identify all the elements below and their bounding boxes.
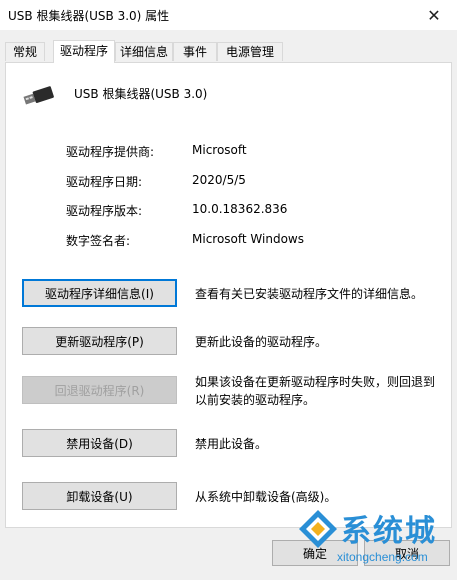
usb-plug-icon bbox=[23, 85, 55, 110]
date-value: 2020/5/5 bbox=[192, 173, 246, 187]
update-driver-button[interactable]: 更新驱动程序(P) bbox=[22, 327, 177, 355]
signer-label: 数字签名者: bbox=[66, 234, 131, 248]
ok-button[interactable]: 确定 bbox=[272, 540, 358, 566]
uninstall-device-desc: 从系统中卸载设备(高级)。 bbox=[195, 490, 337, 504]
version-label: 驱动程序版本: bbox=[66, 204, 143, 218]
tab-events[interactable]: 事件 bbox=[173, 42, 217, 61]
driver-panel: USB 根集线器(USB 3.0) 驱动程序提供商: Microsoft 驱动程… bbox=[5, 62, 452, 528]
roll-back-driver-button[interactable]: 回退驱动程序(R) bbox=[22, 376, 177, 404]
date-label: 驱动程序日期: bbox=[66, 175, 143, 189]
disable-device-button[interactable]: 禁用设备(D) bbox=[22, 429, 177, 457]
version-value: 10.0.18362.836 bbox=[192, 202, 288, 216]
uninstall-device-button[interactable]: 卸载设备(U) bbox=[22, 482, 177, 510]
driver-details-button[interactable]: 驱动程序详细信息(I) bbox=[22, 279, 177, 307]
close-icon: ✕ bbox=[427, 5, 441, 25]
provider-value: Microsoft bbox=[192, 143, 247, 157]
tab-power-management[interactable]: 电源管理 bbox=[217, 42, 283, 61]
close-button[interactable]: ✕ bbox=[411, 0, 457, 30]
update-driver-desc: 更新此设备的驱动程序。 bbox=[195, 335, 328, 349]
signer-value: Microsoft Windows bbox=[192, 232, 304, 246]
title-bar: USB 根集线器(USB 3.0) 属性 ✕ bbox=[0, 0, 457, 30]
tab-driver[interactable]: 驱动程序 bbox=[53, 40, 115, 63]
provider-label: 驱动程序提供商: bbox=[66, 145, 155, 159]
window-title: USB 根集线器(USB 3.0) 属性 bbox=[8, 9, 170, 23]
roll-back-driver-desc: 如果该设备在更新驱动程序时失败，则回退到以前安装的驱动程序。 bbox=[195, 375, 436, 407]
disable-device-desc: 禁用此设备。 bbox=[195, 437, 268, 451]
driver-details-desc: 查看有关已安装驱动程序文件的详细信息。 bbox=[195, 287, 424, 301]
tab-details[interactable]: 详细信息 bbox=[115, 42, 173, 61]
device-name: USB 根集线器(USB 3.0) bbox=[74, 87, 208, 101]
tab-general[interactable]: 常规 bbox=[5, 42, 45, 61]
cancel-button[interactable]: 取消 bbox=[364, 540, 450, 566]
